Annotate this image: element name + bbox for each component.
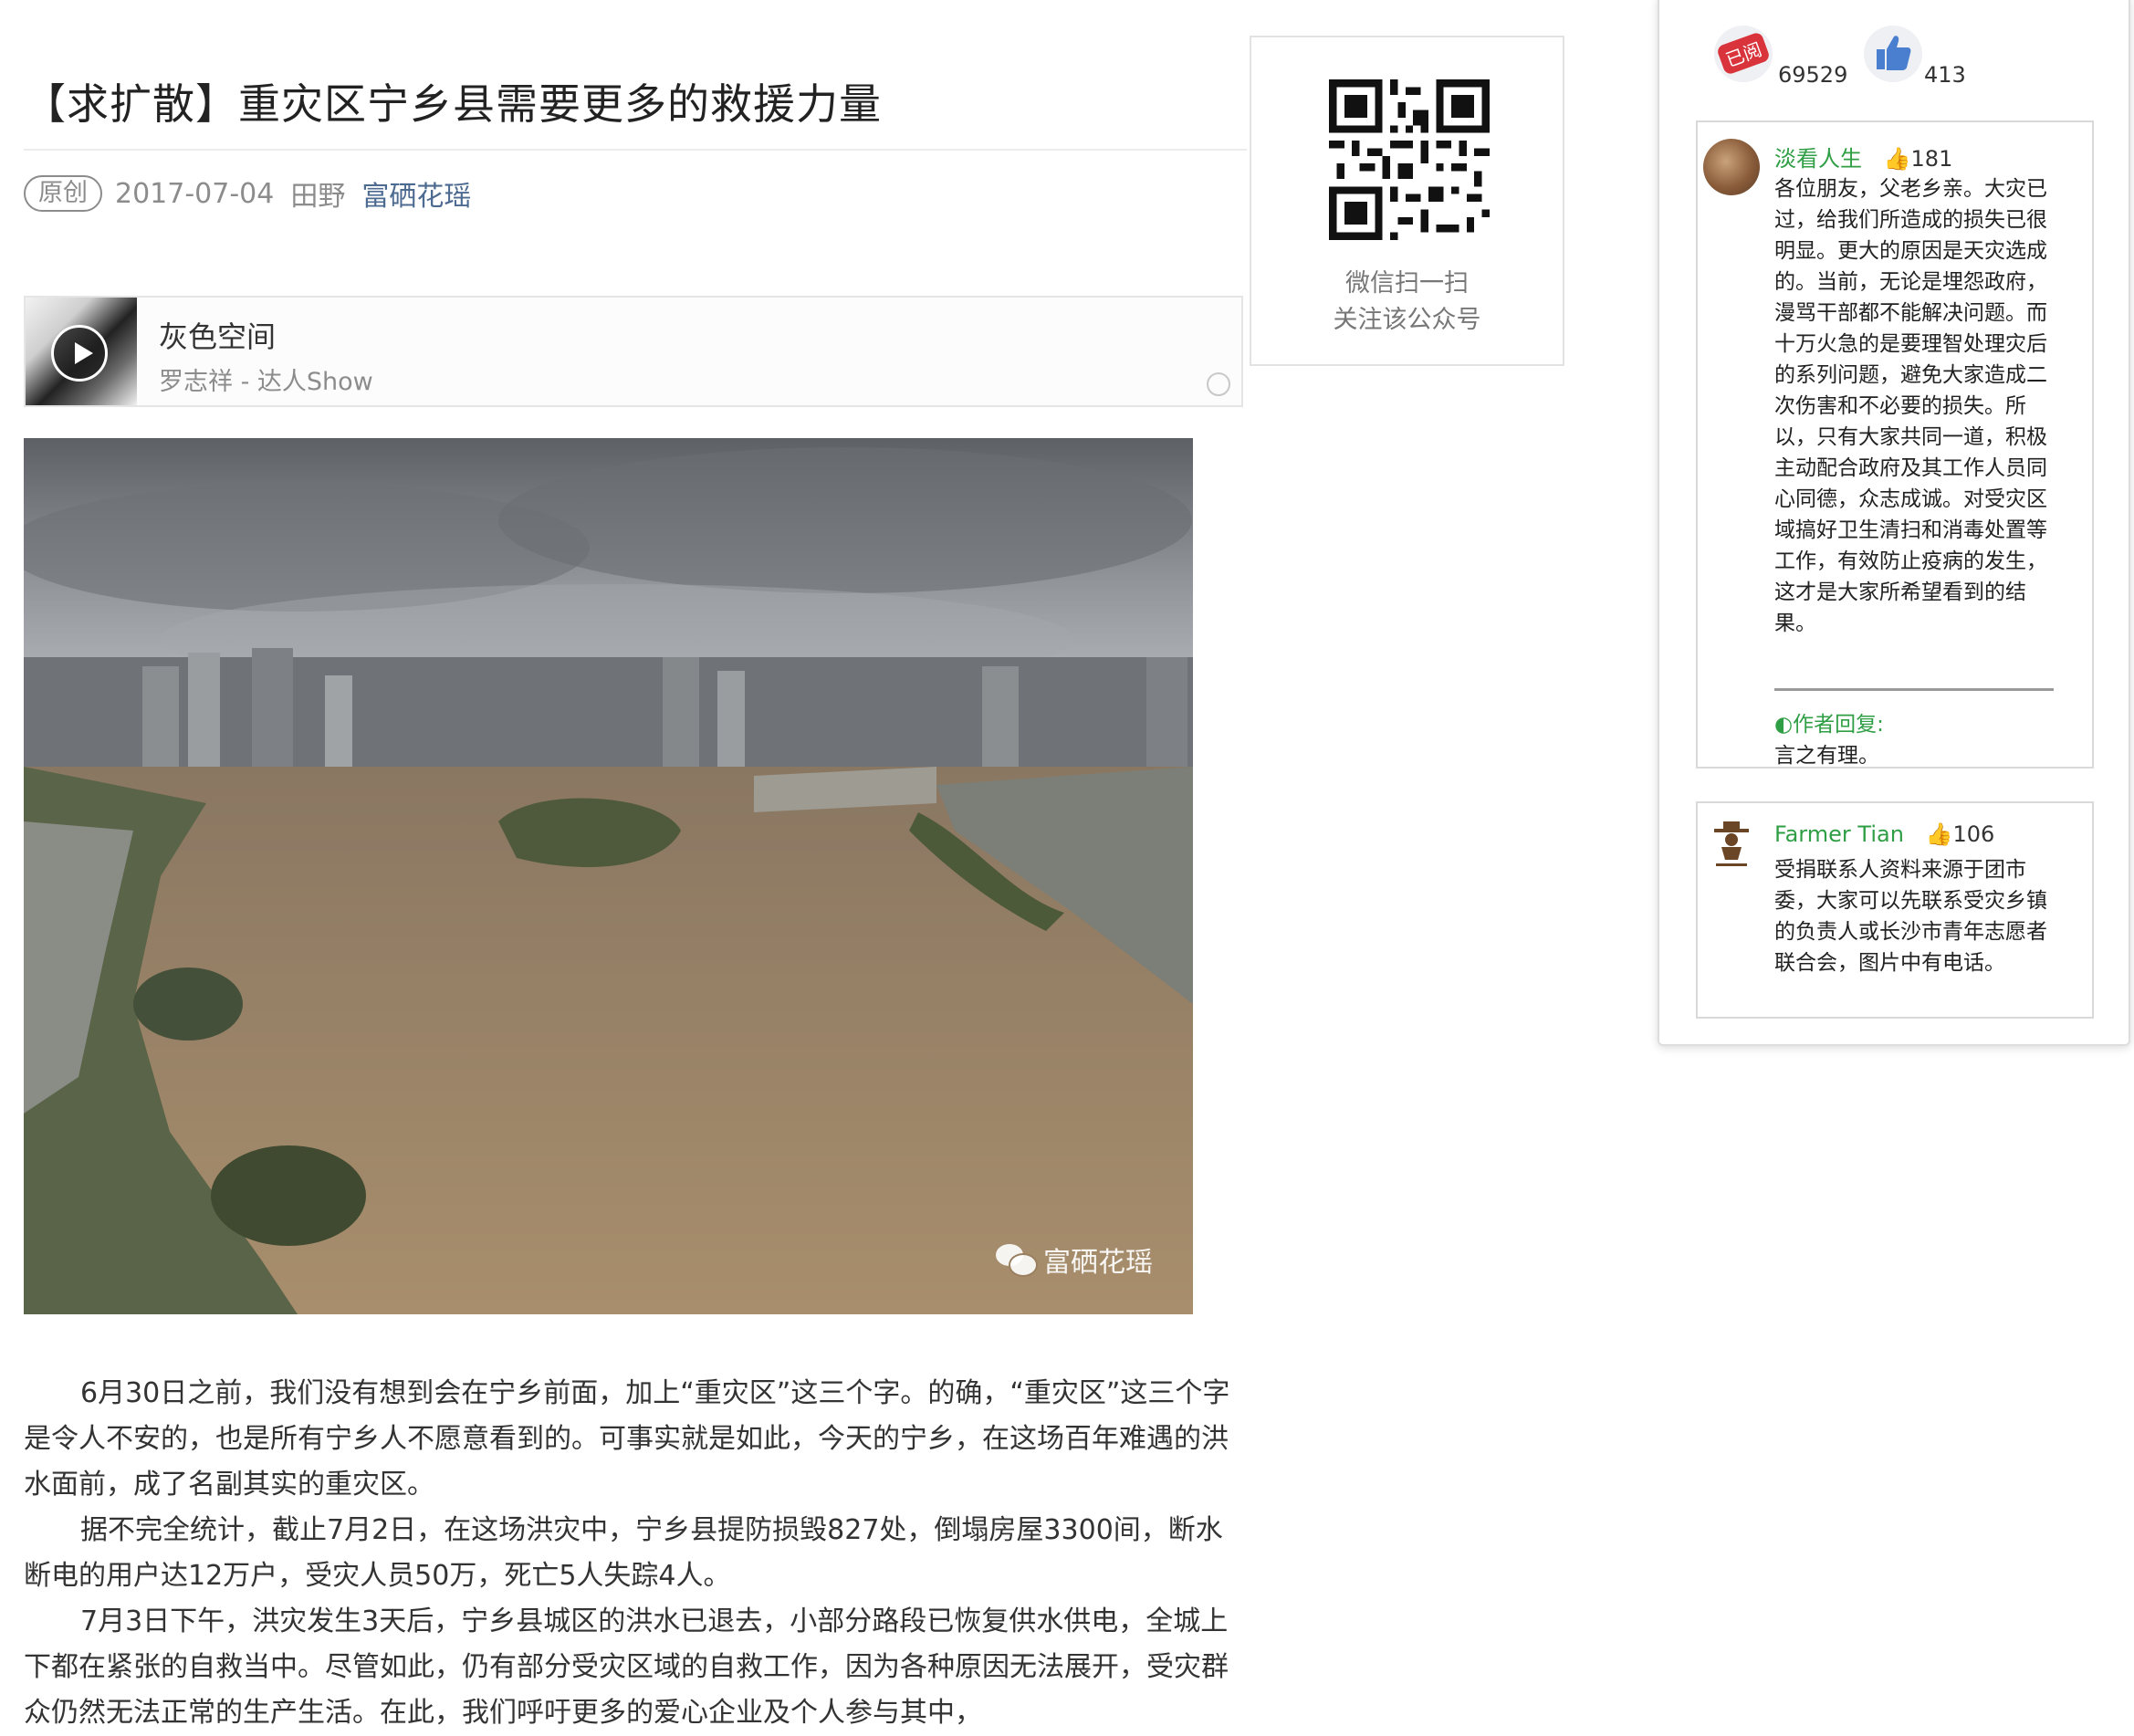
commenter-name[interactable]: 淡看人生 xyxy=(1774,146,1862,172)
paragraph: 6月30日之前，我们没有想到会在宁乡前面，加上“重灾区”这三个字。的确，“重灾区… xyxy=(24,1377,1230,1501)
article-body: 6月30日之前，我们没有想到会在宁乡前面，加上“重灾区”这三个字。的确，“重灾区… xyxy=(24,1371,1243,1736)
avatar xyxy=(1703,139,1760,195)
author-reply-text: 言之有理。 xyxy=(1774,744,1879,768)
song-title: 灰色空间 xyxy=(159,319,277,354)
paragraph: 据不完全统计，截止7月2日，在这场洪灾中，宁乡县提防损毁827处，倒塌房屋330… xyxy=(24,1514,1223,1592)
read-icon: 已阅 xyxy=(1714,26,1773,82)
author-reply-label: ◐作者回复: xyxy=(1774,713,1884,737)
play-icon[interactable] xyxy=(51,325,108,382)
avatar xyxy=(1703,820,1760,876)
watermark-text: 富硒花瑶 xyxy=(1043,1247,1153,1279)
music-logo-icon xyxy=(1207,372,1230,396)
qr-code-box: 微信扫一扫 关注该公众号 xyxy=(1250,36,1564,366)
comment-header: Farmer Tian 👍106 xyxy=(1774,821,1994,847)
original-badge: 原创 xyxy=(24,175,102,212)
author-name: 田野 xyxy=(290,181,346,213)
qr-caption-line1: 微信扫一扫 xyxy=(1345,269,1469,298)
read-badge: 已阅 xyxy=(1715,31,1772,76)
comment-text: 受捐联系人资料来源于团市委，大家可以先联系受灾乡镇的负责人或长沙市青年志愿者联合… xyxy=(1774,858,2047,975)
like-count: 413 xyxy=(1924,62,1966,88)
qr-code-icon xyxy=(1329,79,1490,240)
qr-caption-line2: 关注该公众号 xyxy=(1333,306,1481,334)
commenter-name[interactable]: Farmer Tian xyxy=(1774,821,1904,847)
flood-photo: 富硒花瑶 xyxy=(24,438,1193,1314)
title-divider xyxy=(24,149,1247,151)
thumbs-up-icon: 👍 xyxy=(1883,146,1911,172)
article-title: 【求扩散】重灾区宁乡县需要更多的救援力量 xyxy=(24,79,882,129)
comment-like-button[interactable]: 👍181 xyxy=(1884,146,1953,172)
photo-watermark: 富硒花瑶 xyxy=(996,1239,1153,1280)
music-player[interactable]: 灰色空间 罗志祥 - 达人Show xyxy=(24,296,1243,407)
comments-panel: 已阅 69529 413 淡看人生 👍181 各位朋友，父老乡亲。大灾已过，给我… xyxy=(1658,0,2130,1046)
reply-divider xyxy=(1774,688,2054,691)
comment-like-count: 106 xyxy=(1952,821,1995,847)
account-link[interactable]: 富硒花瑶 xyxy=(361,173,471,214)
article-meta: 原创 2017-07-04 田野 富硒花瑶 xyxy=(24,173,471,214)
publish-date: 2017-07-04 xyxy=(115,177,275,210)
comment-text: 各位朋友，父老乡亲。大灾已过，给我们所造成的损失已很明显。更大的原因是天灾选成的… xyxy=(1774,177,2047,635)
read-count: 69529 xyxy=(1778,62,1848,88)
comment-card: Farmer Tian 👍106 受捐联系人资料来源于团市委，大家可以先联系受灾… xyxy=(1696,801,2094,1019)
qr-caption: 微信扫一扫 关注该公众号 xyxy=(1251,266,1563,339)
paragraph: 7月3日下午，洪灾发生3天后，宁乡县城区的洪水已退去，小部分路段已恢复供水供电，… xyxy=(24,1605,1229,1729)
thumbs-up-icon: 👍 xyxy=(1925,821,1953,847)
comment-card: 淡看人生 👍181 各位朋友，父老乡亲。大灾已过，给我们所造成的损失已很明显。更… xyxy=(1696,120,2094,769)
comment-header: 淡看人生 👍181 xyxy=(1774,141,1952,173)
farmer-avatar-icon xyxy=(1714,821,1749,866)
like-icon[interactable] xyxy=(1864,26,1922,82)
flood-photo-illustration xyxy=(24,438,1193,1314)
wechat-icon xyxy=(996,1244,1038,1277)
song-artist: 罗志祥 - 达人Show xyxy=(159,368,373,396)
comment-like-count: 181 xyxy=(1910,146,1953,172)
comment-like-button[interactable]: 👍106 xyxy=(1926,821,1995,847)
